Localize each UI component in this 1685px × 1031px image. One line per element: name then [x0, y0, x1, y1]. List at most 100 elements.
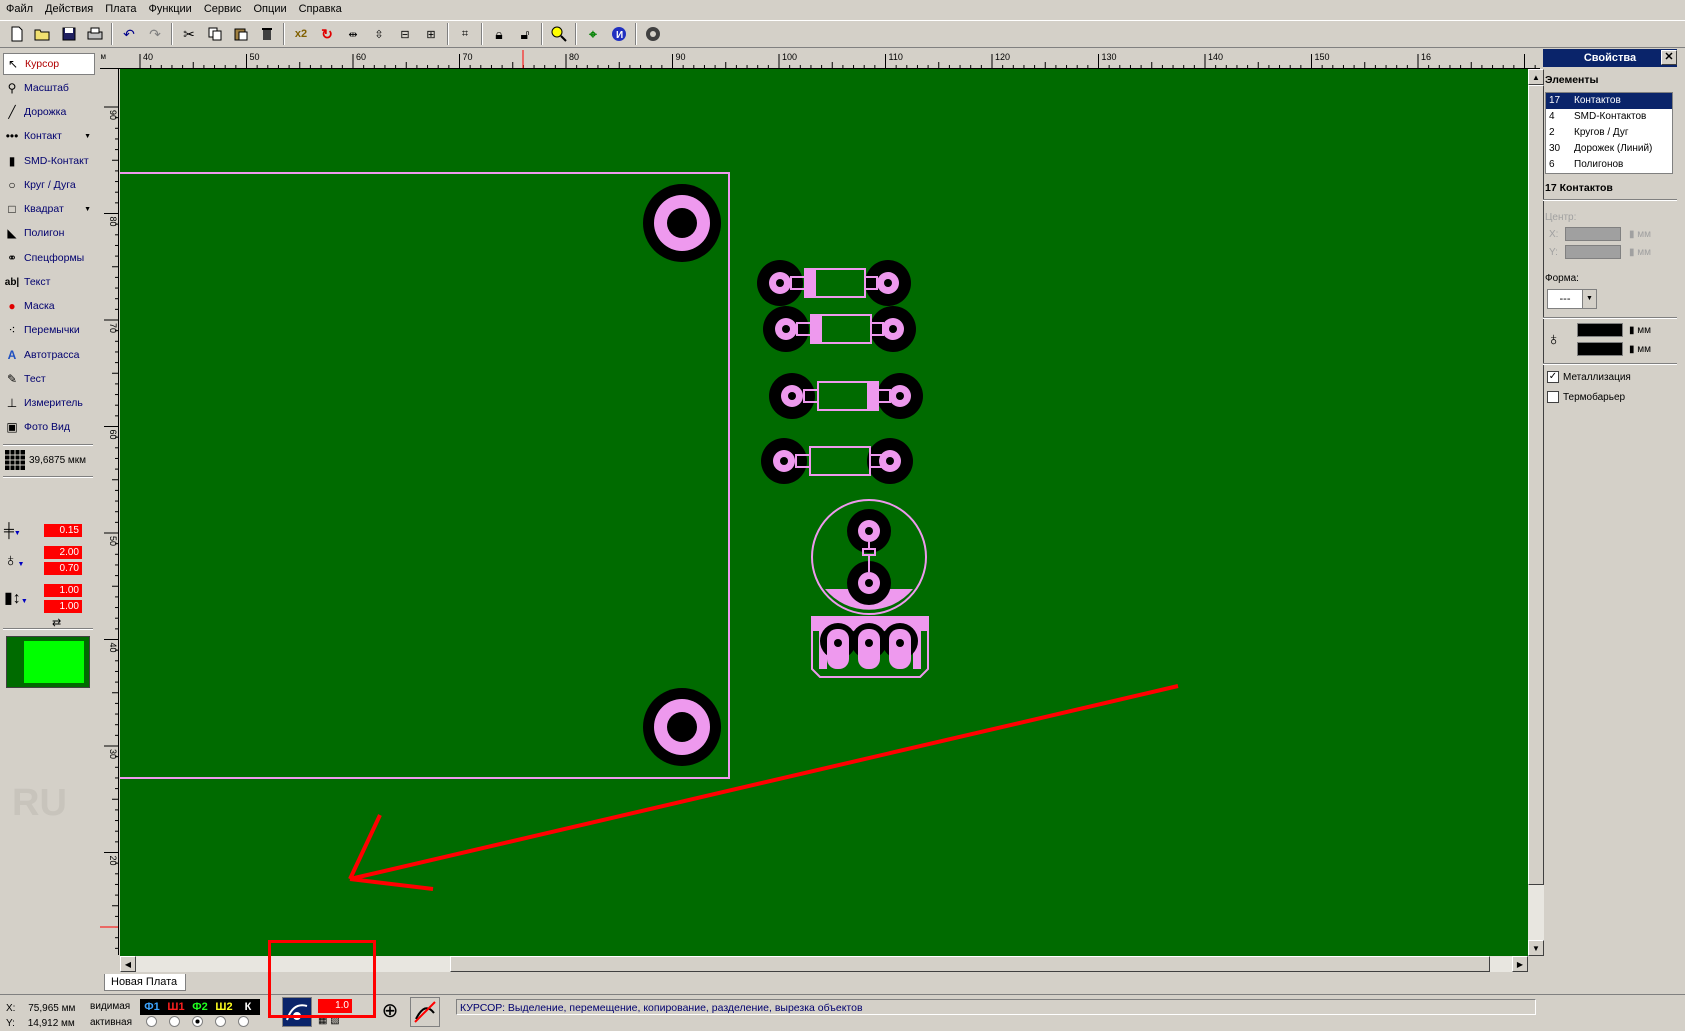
center-label: Центр:	[1545, 212, 1577, 223]
no-connection-icon[interactable]	[410, 997, 440, 1027]
active-layer-radio-sh1[interactable]	[169, 1016, 180, 1027]
mirror-v-icon[interactable]: ⇳	[366, 22, 392, 46]
scroll-right-icon[interactable]: ▶	[1512, 956, 1528, 972]
crosshair-icon[interactable]: ⊕	[378, 999, 402, 1023]
center-x-label: X:	[1549, 229, 1559, 240]
tool-text[interactable]: ab| Текст	[3, 271, 95, 293]
tool-track[interactable]: ╱ Дорожка	[3, 101, 95, 123]
tool-smd-label: SMD-Контакт	[24, 155, 89, 167]
element-row[interactable]: 30 Дорожек (Линий)	[1546, 141, 1672, 157]
tool-photo-view[interactable]: ▣ Фото Вид	[3, 416, 95, 438]
scroll-left-icon[interactable]: ◀	[120, 956, 136, 972]
new-icon[interactable]	[4, 22, 30, 46]
tool-pad[interactable]: ••• Контакт ▼	[3, 125, 95, 147]
mask-icon: ●	[8, 299, 16, 313]
paste-icon[interactable]	[228, 22, 254, 46]
tool-measure[interactable]: ⊥ Измеритель	[3, 392, 95, 414]
align-icon[interactable]: ⊟	[392, 22, 418, 46]
menu-board[interactable]: Плата	[99, 1, 142, 17]
zoom-icon[interactable]	[546, 22, 572, 46]
tool-jumper-label: Перемычки	[24, 324, 80, 336]
element-count: 2	[1549, 127, 1555, 138]
element-row[interactable]: 17 Контактов	[1546, 93, 1672, 109]
crop-icon[interactable]: ⌖	[580, 22, 606, 46]
thermal-barrier-checkbox[interactable]	[1547, 391, 1559, 403]
active-layer-radio-f1[interactable]	[146, 1016, 157, 1027]
tool-autoroute[interactable]: A Автотрасса	[3, 344, 95, 366]
tool-square[interactable]: □ Квадрат ▼	[3, 198, 95, 220]
center-y-unit: ▮ мм	[1629, 247, 1652, 258]
active-layer-radio-sh2[interactable]	[215, 1016, 226, 1027]
layer-k-toggle[interactable]: К	[236, 999, 260, 1015]
group-icon[interactable]: ⊞	[418, 22, 444, 46]
tool-circle[interactable]: ○ Круг / Дуга	[3, 174, 95, 196]
cut-icon[interactable]: ✂	[176, 22, 202, 46]
tool-polygon[interactable]: ◣ Полигон	[3, 222, 95, 244]
center-y-input[interactable]	[1565, 245, 1621, 259]
menu-service[interactable]: Сервис	[198, 1, 248, 17]
layer-f2-toggle[interactable]: Ф2	[188, 999, 212, 1015]
pad-inner-input[interactable]	[1577, 342, 1623, 356]
undo-icon[interactable]: ↶	[116, 22, 142, 46]
tool-cursor[interactable]: ↖ Курсор	[3, 53, 95, 75]
menu-functions[interactable]: Функции	[142, 1, 197, 17]
layer-sh2-toggle[interactable]: Ш2	[212, 999, 236, 1015]
copy-icon[interactable]	[202, 22, 228, 46]
track-width-value[interactable]: 0.15	[44, 524, 82, 537]
board-canvas[interactable]	[120, 69, 1528, 956]
pad-outer-input[interactable]	[1577, 323, 1623, 337]
scale-x2-icon[interactable]: x2	[288, 22, 314, 46]
close-icon[interactable]: ✕	[1661, 50, 1677, 65]
horizontal-scroll-thumb[interactable]	[450, 956, 1490, 972]
rotate-icon[interactable]: ↻	[314, 22, 340, 46]
pad-outer-value[interactable]: 2.00	[44, 546, 82, 559]
smd-width-value[interactable]: 1.00	[44, 584, 82, 597]
delete-icon[interactable]	[254, 22, 280, 46]
mirror-h-icon[interactable]: ⇹	[340, 22, 366, 46]
smd-height-value[interactable]: 1.00	[44, 600, 82, 613]
element-row[interactable]: 6 Полигонов	[1546, 157, 1672, 173]
shape-select[interactable]: --- ▼	[1547, 289, 1597, 309]
info-icon[interactable]: И	[606, 22, 632, 46]
menu-file[interactable]: Файл	[0, 1, 39, 17]
tool-jumper[interactable]: ⁖ Перемычки	[3, 319, 95, 341]
layer-f1-toggle[interactable]: Ф1	[140, 999, 164, 1015]
menu-actions[interactable]: Действия	[39, 1, 99, 17]
menu-options[interactable]: Опции	[248, 1, 293, 17]
grid-icon[interactable]	[640, 22, 666, 46]
ruler-label: 70	[108, 323, 118, 333]
language-watermark: RU	[12, 782, 67, 824]
menu-help[interactable]: Справка	[293, 1, 348, 17]
tool-special-shapes[interactable]: ⚭ Спецформы	[3, 247, 95, 269]
element-row[interactable]: 2 Кругов / Дуг	[1546, 125, 1672, 141]
tool-mask[interactable]: ● Маска	[3, 295, 95, 317]
snap-icon[interactable]: ⌗	[452, 22, 478, 46]
tool-text-label: Текст	[24, 276, 51, 288]
tool-zoom[interactable]: ⚲ Масштаб	[3, 77, 95, 99]
lock-icon[interactable]: 🔒︎	[486, 22, 512, 46]
element-row[interactable]: 4 SMD-Контактов	[1546, 109, 1672, 125]
metallization-checkbox[interactable]: ✓	[1547, 371, 1559, 383]
chevron-down-icon[interactable]: ▼	[84, 133, 91, 140]
unlock-icon[interactable]: 🔓︎	[512, 22, 538, 46]
tool-smd[interactable]: ▮ SMD-Контакт	[3, 150, 95, 172]
save-icon[interactable]	[56, 22, 82, 46]
grid-setting[interactable]: 39,6875 мкм	[5, 450, 95, 470]
toolbar-separator	[481, 23, 483, 45]
scale-x2-label: x2	[294, 28, 308, 40]
toolbar-separator	[171, 23, 173, 45]
pad-inner-value[interactable]: 0.70	[44, 562, 82, 575]
open-icon[interactable]	[30, 22, 56, 46]
chevron-down-icon[interactable]: ▼	[84, 206, 91, 213]
tab-new-board[interactable]: Новая Плата	[104, 974, 186, 991]
active-layer-radio-k[interactable]	[238, 1016, 249, 1027]
divider	[3, 444, 93, 446]
chevron-down-icon[interactable]: ▼	[1582, 290, 1596, 308]
active-layer-preview[interactable]	[6, 636, 90, 688]
layer-sh1-toggle[interactable]: Ш1	[164, 999, 188, 1015]
redo-icon[interactable]: ↷	[142, 22, 168, 46]
center-x-input[interactable]	[1565, 227, 1621, 241]
active-layer-radio-f2[interactable]	[192, 1016, 203, 1027]
print-icon[interactable]	[82, 22, 108, 46]
tool-test[interactable]: ✎ Тест	[3, 368, 95, 390]
